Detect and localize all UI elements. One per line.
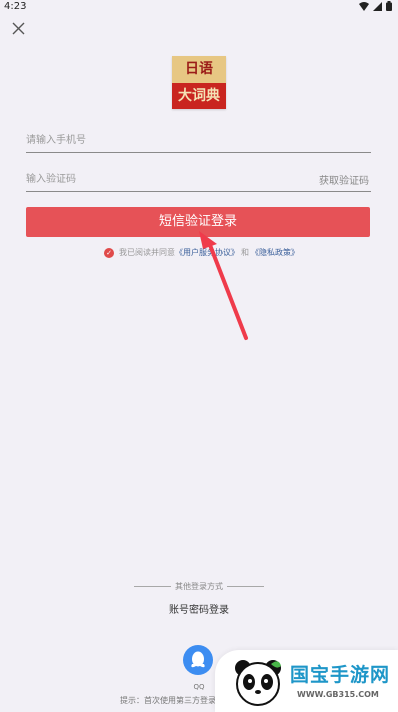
phone-field (26, 128, 371, 153)
get-code-button[interactable]: 获取验证码 (319, 172, 369, 187)
close-icon (12, 22, 25, 35)
phone-input[interactable] (26, 129, 286, 152)
logo-line1: 日语 (172, 56, 226, 83)
privacy-policy-link[interactable]: 《隐私政策》 (251, 247, 299, 258)
sms-login-button[interactable]: 短信验证登录 (26, 207, 370, 237)
wifi-icon (359, 1, 369, 11)
agreement-prefix: 我已阅读并同意 (119, 248, 175, 257)
user-agreement-link[interactable]: 《用户服务协议》 (175, 247, 239, 258)
third-party-tip: 提示：首次使用第三方登录， (120, 696, 224, 705)
account-password-login-link[interactable]: 账号密码登录 (0, 601, 398, 616)
watermark-url: WWW.GB315.COM (297, 690, 379, 699)
divider-left (134, 586, 171, 587)
battery-icon (386, 1, 392, 11)
agreement-row: ✓ 我已阅读并同意 《用户服务协议》 和 《隐私政策》 (104, 247, 299, 258)
app-logo: 日语 大词典 (172, 56, 226, 109)
status-icons (359, 1, 392, 11)
code-input[interactable] (26, 168, 286, 191)
logo-line2: 大词典 (172, 83, 226, 109)
check-icon[interactable]: ✓ (104, 247, 114, 258)
signal-icon (373, 1, 382, 11)
panda-logo-icon (235, 660, 281, 706)
code-field: 获取验证码 (26, 167, 371, 192)
divider-right (227, 586, 264, 587)
qq-icon (191, 651, 205, 668)
close-button[interactable] (8, 18, 30, 40)
other-login-title-text: 其他登录方式 (175, 582, 223, 591)
watermark-text: 国宝手游网 (290, 664, 391, 686)
status-bar: 4:23 (0, 0, 398, 14)
status-time: 4:23 (4, 1, 27, 12)
other-login-title: 其他登录方式 (134, 581, 264, 592)
site-watermark: 国宝手游网 WWW.GB315.COM (215, 650, 398, 712)
agreement-conjunction: 和 (241, 248, 249, 257)
qq-login-button[interactable] (183, 645, 213, 675)
